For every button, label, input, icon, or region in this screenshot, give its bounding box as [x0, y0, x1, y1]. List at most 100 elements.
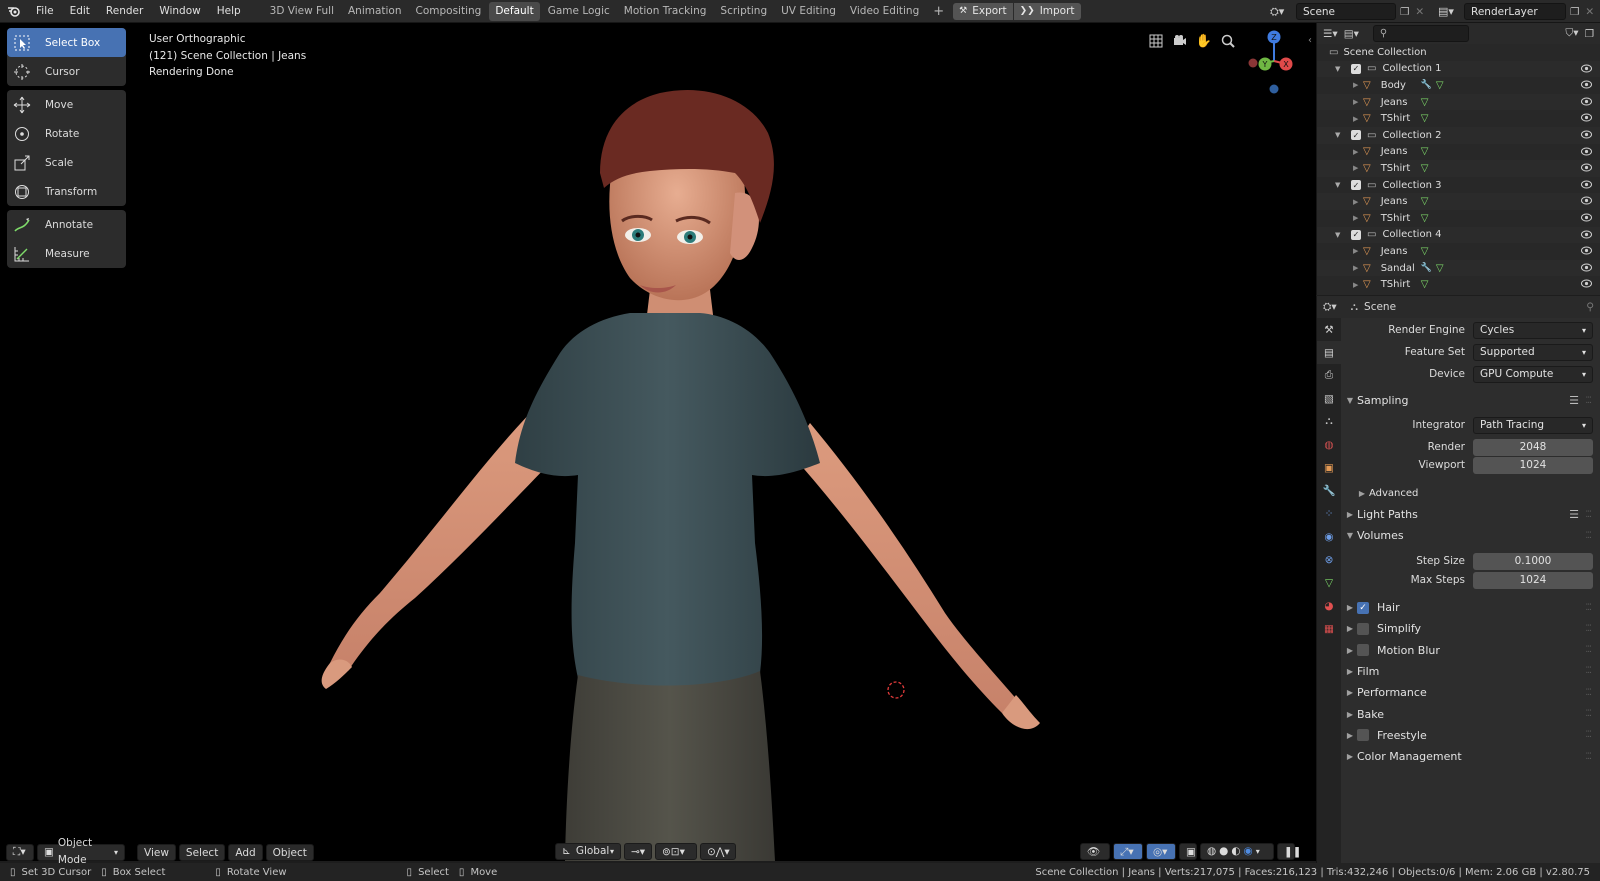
expand-triangle-icon[interactable]: ▶ — [1353, 148, 1363, 156]
zoom-icon[interactable] — [1219, 32, 1237, 50]
tab-data[interactable]: ▽ — [1317, 571, 1341, 594]
overlay-toggle[interactable]: ◎▾ — [1146, 843, 1176, 860]
tool-annotate[interactable]: Annotate — [7, 210, 126, 239]
expand-triangle-icon[interactable]: ▶ — [1353, 247, 1363, 255]
eye-icon[interactable] — [1581, 180, 1592, 189]
mesh-data-icon[interactable]: ▽ — [1421, 196, 1429, 207]
axis-gizmo[interactable]: Z X Y — [1245, 28, 1305, 98]
panel-light-paths[interactable]: ▶ Light Paths ☰ ⁚⁚⁚ — [1343, 504, 1599, 525]
panel-performance[interactable]: ▶ Performance ⁚⁚⁚ — [1343, 682, 1599, 703]
panel-color-management[interactable]: ▶ Color Management ⁚⁚⁚ — [1343, 746, 1599, 767]
drag-handle-icon[interactable]: ⁚⁚⁚ — [1585, 396, 1592, 406]
snap-toggle[interactable]: ⊚⊡▾ — [655, 843, 697, 860]
outliner-search-input[interactable]: ⚲ — [1372, 25, 1469, 42]
eye-icon[interactable] — [1581, 263, 1592, 272]
orientation-dropdown[interactable]: ⊾ Global ▾ — [555, 843, 621, 860]
scene-icon[interactable]: ⛭▾ — [1270, 5, 1296, 19]
drag-handle-icon[interactable]: ⁚⁚⁚ — [1585, 603, 1592, 613]
object-mode-dropdown[interactable]: ▣ Object Mode ▾ — [37, 837, 125, 866]
expand-triangle-icon[interactable]: ▶ — [1353, 81, 1363, 89]
menu-window[interactable]: Window — [151, 0, 208, 23]
camera-icon[interactable] — [1171, 32, 1189, 50]
drag-handle-icon[interactable]: ⁚⁚⁚ — [1585, 752, 1592, 762]
pin-icon[interactable]: ⚲ — [1586, 301, 1594, 313]
properties-editor-icon[interactable]: ⛭▾ — [1323, 301, 1337, 314]
drag-handle-icon[interactable]: ⁚⁚⁚ — [1585, 510, 1592, 520]
menu-view[interactable]: View — [137, 843, 176, 861]
filter-icon[interactable]: ⛉▾ — [1565, 27, 1578, 40]
pause-render-button[interactable]: ❚❚ — [1277, 843, 1302, 860]
drag-handle-icon[interactable]: ⁚⁚⁚ — [1585, 531, 1592, 541]
tab-view-layer[interactable]: ▧ — [1317, 387, 1341, 410]
material-shading-icon[interactable]: ◐ — [1231, 843, 1240, 860]
outliner-collection-row[interactable]: ▼ ✓ ▭ Collection 2 — [1317, 126, 1600, 144]
panel-bake[interactable]: ▶ Bake ⁚⁚⁚ — [1343, 704, 1599, 725]
tab-motion-tracking[interactable]: Motion Tracking — [618, 2, 713, 21]
tab-world[interactable]: ◍ — [1317, 433, 1341, 456]
viewport-samples-field[interactable]: 1024 — [1473, 457, 1593, 474]
eye-icon[interactable] — [1581, 113, 1592, 122]
tool-transform[interactable]: Transform — [7, 177, 126, 206]
tab-constraints[interactable]: ⊗ — [1317, 548, 1341, 571]
display-mode-icon[interactable]: ▤▾ — [1344, 28, 1359, 40]
presets-icon[interactable]: ☰ — [1569, 508, 1579, 521]
panel-freestyle[interactable]: ▶ Freestyle ⁚⁚⁚ — [1343, 725, 1599, 746]
wrench-icon[interactable]: 🔧 — [1421, 80, 1432, 90]
drag-handle-icon[interactable]: ⁚⁚⁚ — [1585, 730, 1592, 740]
wrench-icon[interactable]: 🔧 — [1421, 263, 1432, 273]
export-button[interactable]: ⚒ Export — [953, 2, 1013, 20]
outliner-editor-icon[interactable]: ☰▾ — [1323, 28, 1338, 40]
collection-checkbox[interactable]: ✓ — [1351, 229, 1361, 240]
collection-checkbox[interactable]: ✓ — [1351, 180, 1361, 191]
expand-triangle-icon[interactable]: ▼ — [1335, 131, 1345, 139]
tool-select-box[interactable]: Select Box — [7, 28, 126, 57]
expand-triangle-icon[interactable]: ▶ — [1353, 198, 1363, 206]
tab-material[interactable]: ◕ — [1317, 594, 1341, 617]
panel-enable-checkbox[interactable] — [1357, 622, 1369, 635]
mesh-data-icon[interactable]: ▽ — [1421, 97, 1429, 108]
tab-uv-editing[interactable]: UV Editing — [775, 2, 842, 21]
eye-icon[interactable] — [1581, 163, 1592, 172]
import-button[interactable]: ❯❯ Import — [1013, 2, 1081, 20]
add-workspace-button[interactable]: + — [927, 2, 950, 21]
mesh-data-icon[interactable]: ▽ — [1421, 113, 1429, 124]
tab-texture[interactable]: ▦ — [1317, 617, 1341, 640]
expand-triangle-icon[interactable]: ▶ — [1353, 115, 1363, 123]
collapse-sidebar-icon[interactable]: ‹ — [1308, 35, 1312, 46]
panel-volumes[interactable]: ▼ Volumes ⁚⁚⁚ — [1343, 525, 1599, 546]
mesh-data-icon[interactable]: ▽ — [1421, 246, 1429, 257]
expand-triangle-icon[interactable]: ▼ — [1335, 231, 1345, 239]
new-scene-icon[interactable]: ❐ — [1400, 6, 1409, 18]
eye-icon[interactable] — [1581, 147, 1592, 156]
panel-simplify[interactable]: ▶ Simplify ⁚⁚⁚ — [1343, 618, 1599, 639]
tab-scripting[interactable]: Scripting — [714, 2, 773, 21]
tool-rotate[interactable]: Rotate — [7, 119, 126, 148]
solid-shading-icon[interactable]: ● — [1219, 843, 1228, 860]
tab-game-logic[interactable]: Game Logic — [542, 2, 616, 21]
subpanel-advanced[interactable]: ▶ Advanced — [1355, 483, 1600, 504]
menu-add[interactable]: Add — [228, 843, 263, 861]
outliner-collection-row[interactable]: ▼ ✓ ▭ Collection 1 — [1317, 60, 1600, 78]
presets-icon[interactable]: ☰ — [1569, 394, 1579, 407]
expand-triangle-icon[interactable]: ▶ — [1353, 164, 1363, 172]
panel-motion-blur[interactable]: ▶ Motion Blur ⁚⁚⁚ — [1343, 640, 1599, 661]
tool-cursor[interactable]: Cursor — [7, 57, 126, 86]
tool-move[interactable]: Move — [7, 90, 126, 119]
hand-pan-icon[interactable]: ✋ — [1195, 32, 1213, 50]
outliner-object-row[interactable]: ▶ ▽ TShirt ▽ — [1317, 160, 1600, 177]
eye-icon[interactable] — [1581, 130, 1592, 139]
outliner-collection-row[interactable]: ▼ ✓ ▭ Collection 3 — [1317, 177, 1600, 194]
menu-object[interactable]: Object — [265, 843, 314, 861]
tab-compositing[interactable]: Compositing — [410, 2, 488, 21]
eye-icon[interactable] — [1581, 246, 1592, 255]
tab-scene[interactable]: ⛬ — [1317, 410, 1341, 433]
tab-video-editing[interactable]: Video Editing — [844, 2, 925, 21]
panel-hair[interactable]: ▶ ✓ Hair ⁚⁚⁚ — [1343, 597, 1599, 618]
shading-buttons[interactable]: ◍ ● ◐ ◉ ▾ — [1200, 843, 1274, 860]
character-model[interactable] — [0, 23, 1316, 861]
proportional-edit-toggle[interactable]: ⊙⋀▾ — [700, 843, 736, 860]
step-size-field[interactable]: 0.1000 — [1473, 553, 1593, 570]
blender-logo-icon[interactable] — [0, 0, 28, 23]
outliner-object-row[interactable]: ▶ ▽ TShirt ▽ — [1317, 210, 1600, 227]
outliner-object-row[interactable]: ▶ ▽ TShirt ▽ — [1317, 110, 1600, 127]
